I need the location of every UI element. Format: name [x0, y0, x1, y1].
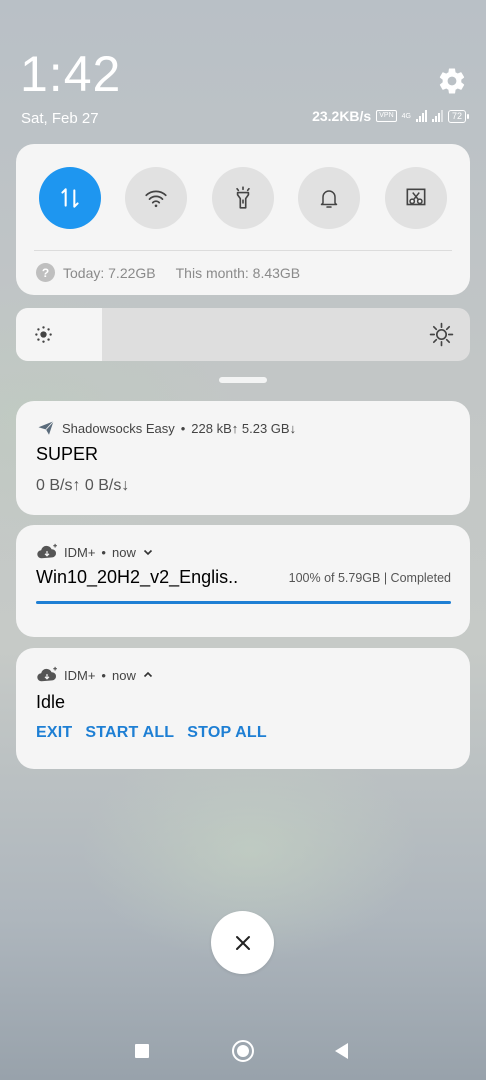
notification-time: now — [111, 544, 136, 560]
flashlight-icon — [236, 186, 250, 209]
notification-shadowsocks[interactable]: Shadowsocks Easy • 228 kB↑ 5.23 GB↓ SUPE… — [16, 401, 470, 515]
data-transfer-icon — [61, 188, 79, 208]
download-progress-fill — [36, 601, 451, 604]
battery-icon: 72 — [447, 109, 470, 123]
brightness-high-icon — [429, 322, 454, 347]
net-speed: 23.2KB/s — [312, 108, 372, 124]
signal-icon — [415, 110, 427, 122]
status-icons: 23.2KB/s VPN 4G 72 — [312, 108, 470, 124]
separator: • — [101, 544, 106, 560]
notification-idm-idle[interactable]: IDM+ • now Idle EXIT START ALL STOP ALL — [16, 648, 470, 769]
stop-all-button[interactable]: STOP ALL — [187, 724, 267, 742]
settings-gear-icon[interactable] — [437, 66, 467, 96]
data-usage-today: Today: 7.22GB — [63, 264, 156, 281]
traffic-summary: 228 kB↑ 5.23 GB↓ — [191, 420, 297, 436]
notification-header: Shadowsocks Easy • 228 kB↑ 5.23 GB↓ — [36, 419, 296, 437]
chevron-down-icon[interactable] — [142, 546, 154, 558]
notification-title: Win10_20H2_v2_Englis.. — [36, 567, 239, 587]
notification-title: Idle — [36, 692, 66, 712]
drag-handle[interactable] — [219, 377, 267, 383]
download-status: 100% of 5.79GB | Completed — [288, 571, 451, 585]
screenshot-toggle[interactable] — [385, 167, 447, 229]
app-name: Shadowsocks Easy — [62, 420, 175, 436]
close-icon — [235, 935, 250, 950]
app-name: IDM+ — [64, 544, 96, 560]
help-icon: ? — [36, 263, 55, 282]
cloud-download-icon — [37, 543, 57, 559]
mobile-data-toggle[interactable] — [39, 167, 101, 229]
screenshot-icon — [406, 188, 426, 206]
date: Sat, Feb 27 — [21, 110, 99, 127]
clear-all-button[interactable] — [211, 911, 274, 974]
exit-button[interactable]: EXIT — [36, 724, 72, 742]
wifi-toggle[interactable] — [125, 167, 187, 229]
divider — [34, 250, 452, 251]
app-name: IDM+ — [64, 667, 96, 683]
cloud-download-icon — [37, 666, 57, 682]
network-type: 4G — [401, 112, 411, 120]
data-usage[interactable]: ? Today: 7.22GB This month: 8.43GB — [36, 263, 300, 282]
vpn-badge: VPN — [376, 110, 397, 122]
clock: 1:42 — [20, 46, 122, 102]
notification-text: 0 B/s↑ 0 B/s↓ — [36, 477, 130, 494]
separator: • — [101, 667, 106, 683]
brightness-low-icon — [35, 326, 52, 343]
signal-2-icon — [431, 110, 443, 122]
recents-button-icon[interactable] — [135, 1044, 149, 1058]
separator: • — [180, 420, 186, 436]
data-usage-month: This month: 8.43GB — [175, 264, 301, 281]
navigation-bar — [0, 1030, 486, 1070]
flashlight-toggle[interactable] — [212, 167, 274, 229]
notification-time: now — [111, 667, 136, 683]
quick-settings-panel: ? Today: 7.22GB This month: 8.43GB — [16, 144, 470, 295]
brightness-level — [16, 308, 103, 361]
chevron-up-icon[interactable] — [142, 669, 154, 681]
back-button-icon[interactable] — [335, 1043, 348, 1059]
sound-toggle[interactable] — [298, 167, 360, 229]
brightness-slider[interactable] — [16, 308, 470, 361]
start-all-button[interactable]: START ALL — [85, 724, 174, 742]
bell-icon — [320, 190, 338, 208]
download-progress-bar — [36, 601, 451, 604]
notification-header: IDM+ • now — [36, 666, 154, 684]
notification-header: IDM+ • now — [36, 543, 154, 561]
notification-title: SUPER — [36, 444, 99, 464]
paper-plane-icon — [38, 420, 54, 435]
notification-actions: EXIT START ALL STOP ALL — [36, 724, 267, 742]
home-button-icon[interactable] — [232, 1040, 254, 1062]
wifi-icon — [145, 190, 167, 208]
notification-idm-download[interactable]: IDM+ • now Win10_20H2_v2_Englis.. 100% o… — [16, 525, 470, 637]
